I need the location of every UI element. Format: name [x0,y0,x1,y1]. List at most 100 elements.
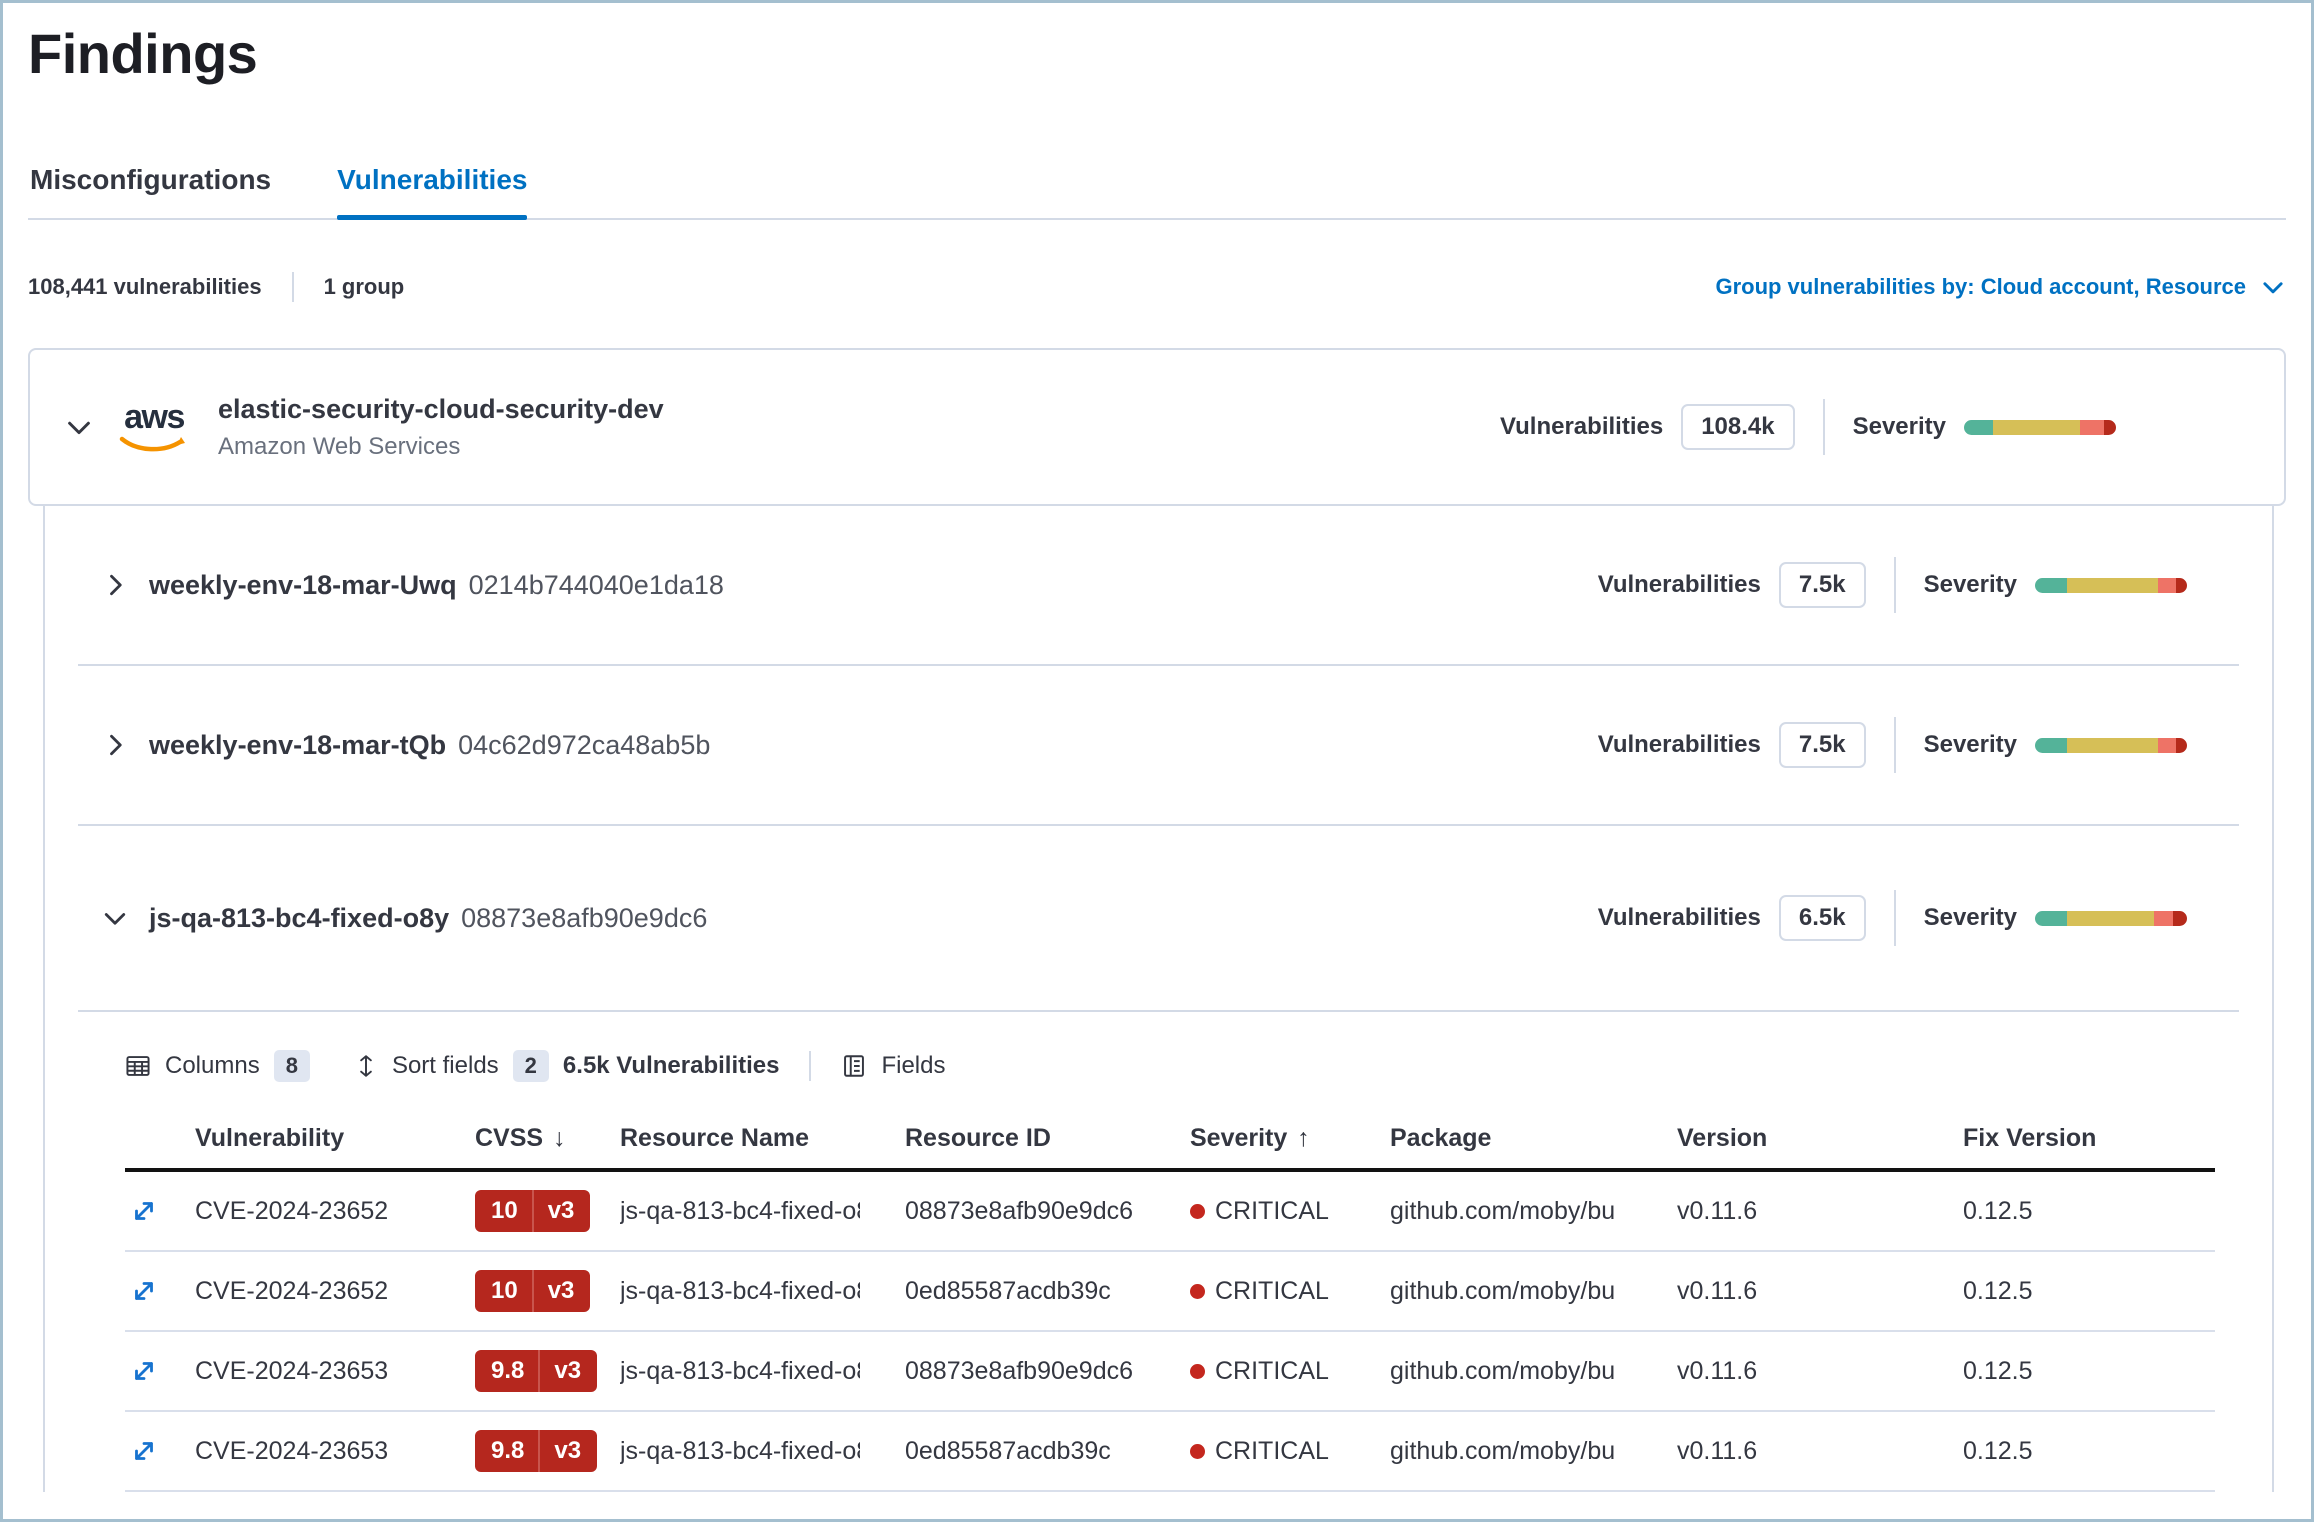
vulnerabilities-total: 108,441 vulnerabilities [28,274,262,300]
columns-grid-icon [125,1053,151,1079]
sort-ascending-icon: ↑ [1297,1124,1310,1153]
header-package[interactable]: Package [1390,1124,1677,1153]
divider [1894,717,1896,773]
resource-group-id: 04c62d972ca48ab5b [458,730,710,761]
vulnerabilities-label: Vulnerabilities [1598,571,1761,599]
severity-label: Severity [1924,571,2017,599]
expand-diagonal-icon [129,1436,159,1466]
resource-group-row: weekly-env-18-mar-Uwq 0214b744040e1da18 … [45,506,2272,664]
chevron-down-icon [101,904,129,932]
fix-version: 0.12.5 [1963,1357,2205,1386]
resource-name: js-qa-813-bc4-fixed-o8y [620,1357,860,1386]
version: v0.11.6 [1677,1357,1963,1386]
columns-button[interactable]: Columns 8 [125,1050,310,1082]
severity-cell: CRITICAL [1190,1197,1390,1226]
collapse-account-button[interactable] [58,406,100,448]
critical-dot-icon [1190,1284,1205,1299]
divider [1894,557,1896,613]
collapse-resource-button[interactable] [95,898,135,938]
fields-icon [841,1053,867,1079]
resource-stats: Vulnerabilities 6.5k Severity [1598,890,2187,946]
resource-stats: Vulnerabilities 7.5k Severity [1598,557,2187,613]
header-resource-id[interactable]: Resource ID [905,1124,1190,1153]
vulnerabilities-count-badge: 7.5k [1779,562,1866,608]
critical-dot-icon [1190,1444,1205,1459]
account-group-body: weekly-env-18-mar-Uwq 0214b744040e1da18 … [43,506,2274,1492]
version: v0.11.6 [1677,1437,1963,1466]
vulnerabilities-table-section: Columns 8 Sort fields 2 6.5k Vulnerabili… [45,1012,2272,1492]
resource-group-row: weekly-env-18-mar-tQb 04c62d972ca48ab5b … [45,666,2272,824]
resource-group-name: weekly-env-18-mar-tQb [149,730,446,761]
expand-finding-button[interactable] [125,1432,163,1470]
tab-vulnerabilities[interactable]: Vulnerabilities [337,164,527,218]
severity-label: Severity [1924,731,2017,759]
expand-finding-button[interactable] [125,1272,163,1310]
chevron-down-icon [64,412,94,442]
fields-button[interactable]: Fields [841,1052,945,1080]
critical-dot-icon [1190,1204,1205,1219]
vulnerabilities-count-badge: 7.5k [1779,722,1866,768]
vulnerabilities-label: Vulnerabilities [1598,731,1761,759]
fix-version: 0.12.5 [1963,1437,2205,1466]
cvss-badge: 10 v3 [475,1270,590,1312]
severity-value: CRITICAL [1215,1197,1329,1226]
aws-logo: aws [118,400,190,454]
vulnerabilities-count-badge: 108.4k [1681,404,1794,450]
resource-group-id: 08873e8afb90e9dc6 [461,903,707,934]
sort-descending-icon: ↓ [553,1124,566,1153]
sort-fields-button[interactable]: Sort fields 2 [354,1050,549,1082]
severity-label: Severity [1924,904,2017,932]
chevron-right-icon [101,571,129,599]
expand-finding-button[interactable] [125,1192,163,1230]
cve-id: CVE-2024-23653 [195,1437,475,1466]
divider [292,272,294,302]
cvss-score: 10 [475,1270,532,1312]
severity-bar [2035,911,2187,926]
cvss-version: v3 [532,1190,591,1232]
header-version[interactable]: Version [1677,1124,1963,1153]
version: v0.11.6 [1677,1277,1963,1306]
header-vulnerability[interactable]: Vulnerability [195,1124,475,1153]
table-summary: 6.5k Vulnerabilities [563,1052,780,1080]
resource-name: js-qa-813-bc4-fixed-o8y [620,1437,860,1466]
resource-group-name: js-qa-813-bc4-fixed-o8y [149,903,449,934]
divider [1823,399,1825,455]
cvss-version: v3 [538,1430,597,1472]
severity-value: CRITICAL [1215,1437,1329,1466]
resource-name: js-qa-813-bc4-fixed-o8y [620,1197,860,1226]
table-row: CVE-2024-23653 9.8 v3 js-qa-813-bc4-fixe… [125,1332,2215,1412]
expand-diagonal-icon [129,1276,159,1306]
cloud-account-group-header: aws elastic-security-cloud-security-dev … [28,348,2286,506]
group-by-selector[interactable]: Group vulnerabilities by: Cloud account,… [1715,274,2286,300]
app-window: Findings Misconfigurations Vulnerabiliti… [0,0,2314,1522]
header-fix-version[interactable]: Fix Version [1963,1124,2205,1153]
tab-misconfigurations[interactable]: Misconfigurations [30,164,271,218]
columns-label: Columns [165,1052,260,1080]
expand-resource-button[interactable] [95,565,135,605]
resource-group-row-expanded: js-qa-813-bc4-fixed-o8y 08873e8afb90e9dc… [45,826,2272,1010]
header-cvss[interactable]: CVSS↓ [475,1124,620,1153]
expand-finding-button[interactable] [125,1352,163,1390]
package: github.com/moby/bu [1390,1277,1630,1306]
severity-bar [2035,738,2187,753]
vulnerabilities-count-badge: 6.5k [1779,895,1866,941]
table-row: CVE-2024-23653 9.8 v3 js-qa-813-bc4-fixe… [125,1412,2215,1492]
vulnerabilities-table: Vulnerability CVSS↓ Resource Name Resour… [125,1108,2215,1492]
header-severity[interactable]: Severity↑ [1190,1124,1390,1153]
severity-value: CRITICAL [1215,1277,1329,1306]
expand-diagonal-icon [129,1356,159,1386]
severity-cell: CRITICAL [1190,1437,1390,1466]
resource-id: 08873e8afb90e9dc6 [905,1357,1145,1386]
resource-id: 0ed85587acdb39c [905,1277,1145,1306]
cvss-badge: 10 v3 [475,1190,590,1232]
resource-id: 08873e8afb90e9dc6 [905,1197,1145,1226]
chevron-down-icon [2260,274,2286,300]
header-resource-name[interactable]: Resource Name [620,1124,905,1153]
cvss-badge: 9.8 v3 [475,1350,597,1392]
expand-resource-button[interactable] [95,725,135,765]
group-count: 1 group [324,274,405,300]
package: github.com/moby/bu [1390,1357,1630,1386]
severity-label: Severity [1853,413,1946,441]
vulnerabilities-label: Vulnerabilities [1500,413,1663,441]
cvss-score: 9.8 [475,1350,538,1392]
